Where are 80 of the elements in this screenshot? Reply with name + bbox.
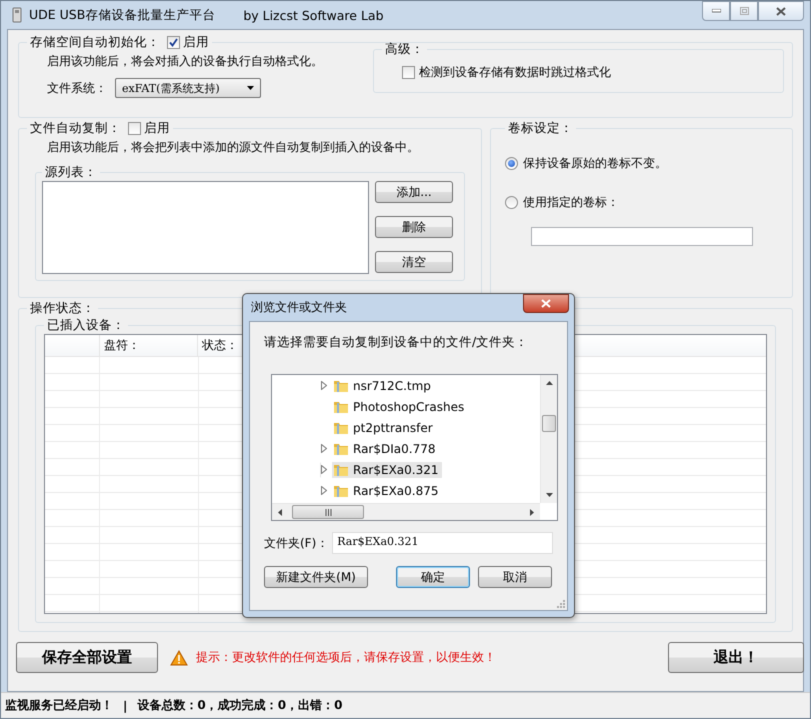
- list-button[interactable]: 清空: [375, 251, 453, 273]
- description-text: 启用该功能后，将会把列表中添加的源文件自动复制到插入的设备中。: [46, 139, 420, 156]
- vertical-scrollbar[interactable]: [540, 375, 557, 503]
- group-label: 已插入设备：: [47, 317, 125, 334]
- dialog-button[interactable]: 新建文件夹(M): [264, 566, 368, 588]
- folder-icon: [333, 400, 349, 414]
- checkbox-label: 启用: [144, 120, 170, 137]
- scroll-left-icon: [278, 508, 282, 516]
- tree-item[interactable]: pt2pttransfer: [320, 420, 437, 436]
- tree-item[interactable]: PhotoshopCrashes: [320, 398, 468, 414]
- list-button[interactable]: 添加...: [375, 181, 453, 203]
- dropdown-arrow-icon: [247, 86, 254, 90]
- group-label: 卷标设定：: [508, 120, 573, 137]
- dialog-button[interactable]: 确定: [396, 566, 470, 588]
- dialog-prompt: 请选择需要自动复制到设备中的文件/文件夹：: [264, 334, 530, 351]
- expand-icon: [321, 444, 327, 453]
- folder-icon: [333, 442, 349, 456]
- close-icon: [776, 6, 786, 16]
- field-label: 文件系统：: [47, 80, 107, 96]
- exit-button[interactable]: 退出！: [668, 642, 804, 673]
- expand-icon: [321, 486, 327, 495]
- expand-icon: [321, 381, 327, 390]
- maximize-button[interactable]: [730, 1, 758, 21]
- status-text: 设备总数：0，成功完成：0，出错：0: [137, 697, 342, 714]
- group-label: 存储空间自动初始化：: [30, 34, 160, 51]
- tree-item[interactable]: Rar$DIa0.778: [320, 440, 440, 456]
- column-header[interactable]: 盘符：: [100, 335, 198, 357]
- scroll-down-icon: [546, 493, 552, 497]
- folder-icon: [333, 484, 349, 498]
- field-label: 文件夹(F)：: [264, 534, 328, 552]
- expand-icon: [321, 465, 327, 474]
- resize-grip-icon: [557, 600, 565, 608]
- dialog-button[interactable]: 取消: [478, 566, 552, 588]
- list-button[interactable]: 删除: [375, 216, 453, 238]
- scroll-thumb[interactable]: [542, 415, 556, 432]
- scroll-right-icon: [530, 508, 534, 516]
- checkbox-label: 启用: [183, 34, 209, 51]
- tree-item[interactable]: Rar$EXa0.321: [320, 462, 443, 478]
- minimize-button[interactable]: [702, 1, 730, 21]
- dialog-title: 浏览文件或文件夹: [251, 299, 347, 316]
- file-system-dropdown[interactable]: exFAT(需系统支持): [115, 78, 261, 98]
- folder-field[interactable]: Rar$EXa0.321: [332, 532, 553, 554]
- maximize-icon: [740, 7, 748, 15]
- minimize-icon: [712, 9, 720, 13]
- source-list[interactable]: [42, 181, 369, 274]
- window-subtitle: by Lizcst Software Lab: [243, 8, 384, 22]
- horizontal-scrollbar[interactable]: [272, 503, 540, 520]
- radio-label: 使用指定的卷标：: [523, 194, 619, 211]
- folder-icon: [333, 420, 349, 434]
- radio-button[interactable]: [505, 157, 518, 170]
- volume-label-field[interactable]: [531, 227, 753, 246]
- radio-button[interactable]: [505, 196, 518, 209]
- save-button[interactable]: 保存全部设置: [16, 642, 158, 673]
- grip-icon: [324, 508, 332, 516]
- warning-icon: [170, 650, 188, 666]
- status-text: |: [123, 698, 128, 712]
- status-text: 监视服务已经启动！: [5, 697, 113, 714]
- tree-item[interactable]: Rar$EXa0.875: [320, 482, 443, 498]
- usb-drive-icon: [11, 7, 23, 23]
- radio-label: 保持设备原始的卷标不变。: [523, 155, 667, 172]
- close-button[interactable]: [758, 1, 804, 21]
- folder-icon: [333, 378, 349, 392]
- group-label: 文件自动复制：: [30, 120, 121, 137]
- tree-item[interactable]: nsr712C.tmp: [320, 378, 435, 394]
- checkbox[interactable]: [128, 122, 141, 135]
- checkbox-label: 检测到设备存储有数据时跳过格式化: [419, 64, 611, 81]
- close-icon: [541, 299, 551, 308]
- warning-text: 提示：更改软件的任何选项后，请保存设置，以便生效！: [196, 649, 496, 666]
- description-text: 启用该功能后，将会对插入的设备执行自动格式化。: [47, 53, 324, 70]
- window-title: UDE USB存储设备批量生产平台: [29, 6, 216, 24]
- folder-icon: [333, 462, 349, 476]
- check-icon: [169, 38, 178, 47]
- group-label: 高级：: [385, 41, 424, 58]
- group-label: 源列表：: [45, 164, 97, 181]
- checkbox[interactable]: [402, 66, 415, 79]
- checkbox[interactable]: [167, 36, 180, 49]
- scroll-thumb[interactable]: [292, 505, 364, 519]
- group-label: 操作状态：: [30, 300, 95, 317]
- scroll-up-icon: [546, 381, 552, 385]
- close-button[interactable]: [523, 294, 569, 313]
